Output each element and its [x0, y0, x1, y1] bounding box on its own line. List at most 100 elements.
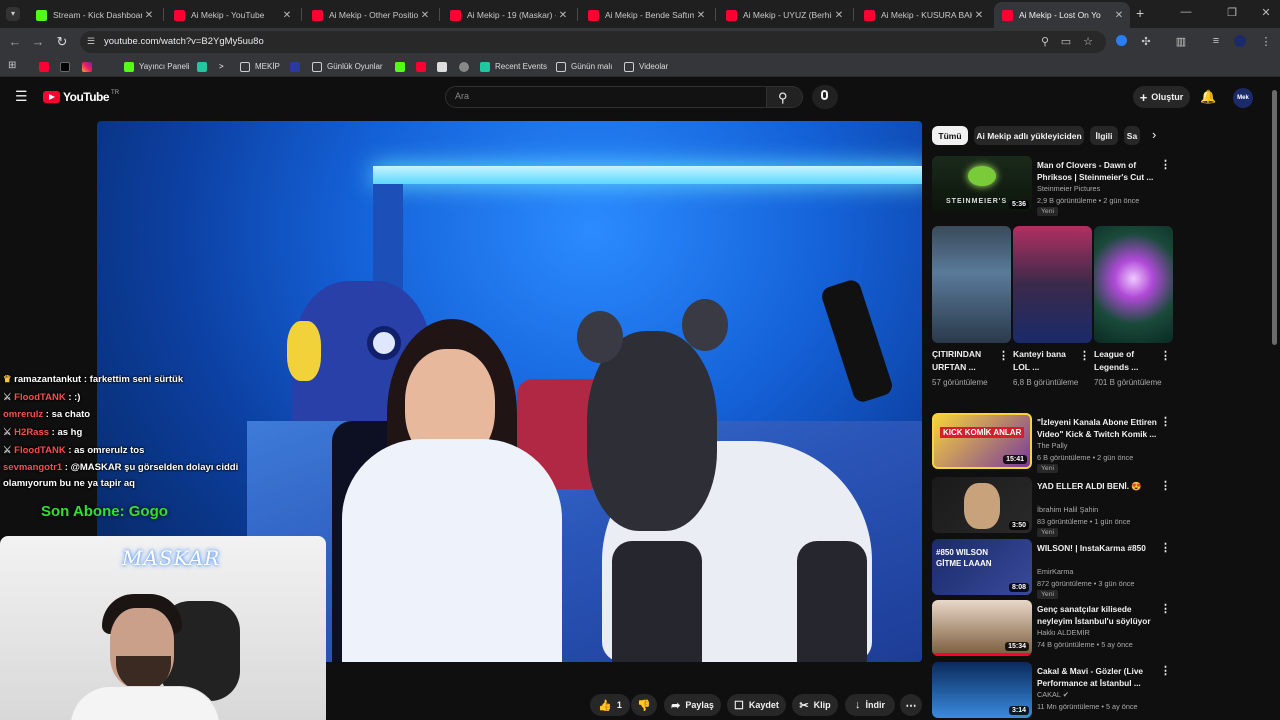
account-avatar[interactable]: Mek [1233, 88, 1253, 108]
site-info-icon[interactable]: ☰ [87, 36, 95, 47]
chip-all[interactable]: Tümü [932, 126, 968, 145]
recommendation-item[interactable]: #850 WILSON GİTME LAAAN 8:08 WILSON! | I… [932, 539, 1172, 599]
browser-tab[interactable]: Ai Mekip - Bende Saftım ✕ [580, 2, 712, 28]
bookmark-mekip[interactable]: MEKİP [240, 60, 280, 73]
close-icon[interactable]: ✕ [832, 10, 846, 21]
short-thumbnail[interactable] [1013, 226, 1092, 343]
video-title[interactable]: "İzleyeni Kanala Abone Ettiren Video" Ki… [1037, 416, 1157, 440]
video-title[interactable]: Cakal & Mavi - Gözler (Live Performance … [1037, 665, 1157, 689]
bookmark-app3[interactable] [437, 60, 452, 73]
more-options-icon[interactable]: ⋮ [1160, 602, 1171, 615]
browser-tab-active[interactable]: Ai Mekip - Lost On Yo ✕ [994, 2, 1130, 28]
hamburger-menu-icon[interactable]: ☰ [15, 89, 28, 103]
url-text[interactable]: youtube.com/watch?v=B2YgMy5uu8o [104, 36, 264, 47]
recommendation-item[interactable]: STEINMEIER'S 5:36 Man of Clovers - Dawn … [932, 156, 1172, 216]
extension-icon[interactable] [1114, 35, 1128, 49]
page-scrollbar[interactable] [1272, 90, 1277, 345]
download-button[interactable]: ↓ İndir [845, 694, 895, 716]
bookmark-yayinci-paneli[interactable]: Yayıncı Paneli [124, 60, 190, 73]
more-options-icon[interactable]: ⋮ [1160, 541, 1171, 554]
close-icon[interactable]: ✕ [972, 10, 986, 21]
video-thumbnail[interactable]: 15:34 [932, 600, 1032, 656]
more-actions-button[interactable]: ⋯ [900, 694, 922, 716]
bookmark-instagram[interactable] [82, 60, 97, 73]
browser-tab[interactable]: Ai Mekip - UYUZ (Berhim) ✕ [718, 2, 850, 28]
browser-tab[interactable]: Stream - Kick Dashboard ✕ [28, 2, 160, 28]
cast-icon[interactable]: ▭ [1059, 35, 1073, 48]
more-options-icon[interactable]: ⋮ [998, 349, 1009, 362]
recommendation-item[interactable]: 3:14 Cakal & Mavi - Gözler (Live Perform… [932, 662, 1172, 720]
voice-search-button[interactable] [812, 85, 838, 109]
short-title[interactable]: League of Legends ... [1094, 348, 1158, 374]
youtube-logo[interactable]: YouTube TR [43, 90, 119, 104]
more-options-icon[interactable]: ⋮ [1160, 349, 1171, 362]
video-thumbnail[interactable]: 3:14 [932, 662, 1032, 718]
short-item[interactable]: Kanteyi bana LOL ... 6,8 B görüntüleme ⋮ [1013, 226, 1092, 389]
create-button[interactable]: + Oluştur [1133, 86, 1190, 108]
reading-list-icon[interactable]: ≡ [1209, 35, 1223, 47]
clip-button[interactable]: ✂ Klip [792, 694, 838, 716]
bookmark-app4[interactable] [459, 60, 474, 73]
short-thumbnail[interactable] [932, 226, 1011, 343]
maximize-icon[interactable]: ❐ [1222, 6, 1242, 19]
channel-name[interactable]: CAKAL ✔ [1037, 690, 1069, 699]
browser-tab[interactable]: Ai Mekip - KUSURA BAKM ✕ [856, 2, 990, 28]
bookmark-gunun-mali[interactable]: Günün malı [556, 60, 612, 73]
like-button[interactable]: 👍 1 [590, 694, 630, 716]
video-title[interactable]: Genç sanatçılar kilisede neyleyim İstanb… [1037, 603, 1157, 627]
short-item[interactable]: ÇITIRINDAN URFTAN ... 57 görüntüleme ⋮ [932, 226, 1011, 389]
video-thumbnail[interactable]: 3:50 [932, 477, 1032, 533]
bookmark-videolar[interactable]: Videolar [624, 60, 668, 73]
browser-tab[interactable]: Ai Mekip - YouTube ✕ [166, 2, 298, 28]
close-icon[interactable]: ✕ [556, 10, 570, 21]
channel-name[interactable]: Steinmeier Pictures [1037, 184, 1100, 193]
close-icon[interactable]: ✕ [1112, 10, 1126, 21]
share-button[interactable]: ➦ Paylaş [664, 694, 721, 716]
video-title[interactable]: WILSON! | InstaKarma #850 [1037, 542, 1157, 554]
chip-related[interactable]: İlgili [1090, 126, 1118, 145]
chevron-right-icon[interactable]: › [1152, 127, 1156, 143]
more-options-icon[interactable]: ⋮ [1079, 349, 1090, 362]
close-icon[interactable]: ✕ [142, 10, 156, 21]
channel-name[interactable]: Hakkı ALDEMİR [1037, 628, 1090, 637]
close-icon[interactable]: ✕ [694, 10, 708, 21]
recommendation-item[interactable]: 3:50 YAD ELLER ALDI BENİ. 😍 İbrahim Hali… [932, 477, 1172, 537]
short-title[interactable]: Kanteyi bana LOL ... [1013, 348, 1077, 374]
bookmark-kick[interactable] [395, 60, 410, 73]
more-options-icon[interactable]: ⋮ [1160, 158, 1171, 171]
bookmark-recent-events[interactable]: Recent Events [480, 60, 547, 73]
more-options-icon[interactable]: ⋮ [1160, 664, 1171, 677]
new-tab-icon[interactable]: + [1136, 6, 1144, 20]
browser-tab[interactable]: Ai Mekip - Other Position ✕ [304, 2, 436, 28]
browser-tab[interactable]: Ai Mekip - 19 (Maskar) - Y ✕ [442, 2, 574, 28]
chip-more[interactable]: Sa [1124, 126, 1140, 145]
channel-name[interactable]: EmirKarma [1037, 567, 1074, 576]
bookmark-x[interactable] [60, 60, 75, 73]
notifications-bell-icon[interactable]: 🔔 [1200, 89, 1216, 105]
more-options-icon[interactable]: ⋮ [1160, 415, 1171, 428]
dislike-button[interactable]: 👎 [631, 694, 657, 716]
close-icon[interactable]: ✕ [280, 10, 294, 21]
menu-dots-icon[interactable]: ⋮ [1259, 35, 1273, 48]
video-thumbnail[interactable]: KICK KOMİK ANLAR 15:41 [932, 413, 1032, 469]
zoom-icon[interactable]: ⚲ [1038, 35, 1052, 48]
tab-search-button[interactable]: ▾ [6, 7, 20, 21]
video-title[interactable]: YAD ELLER ALDI BENİ. 😍 [1037, 480, 1157, 492]
bookmark-star-icon[interactable]: ☆ [1081, 35, 1095, 48]
close-icon[interactable]: ✕ [418, 10, 432, 21]
video-thumbnail[interactable]: #850 WILSON GİTME LAAAN 8:08 [932, 539, 1032, 595]
save-button[interactable]: ☐ Kaydet [727, 694, 786, 716]
short-item[interactable]: League of Legends ... 701 B görüntüleme … [1094, 226, 1173, 389]
recommendation-item[interactable]: KICK KOMİK ANLAR 15:41 "İzleyeni Kanala … [932, 413, 1172, 473]
back-icon[interactable]: ← [7, 34, 23, 50]
bookmark-youtube[interactable] [39, 60, 54, 73]
search-input[interactable] [445, 86, 767, 108]
short-title[interactable]: ÇITIRINDAN URFTAN ... [932, 348, 996, 374]
bookmark-youtube2[interactable] [416, 60, 431, 73]
profile-avatar[interactable] [1233, 35, 1247, 50]
close-window-icon[interactable]: ✕ [1256, 6, 1276, 19]
recommendation-item[interactable]: 15:34 Genç sanatçılar kilisede neyleyim … [932, 600, 1172, 658]
video-thumbnail[interactable]: STEINMEIER'S 5:36 [932, 156, 1032, 212]
minimize-icon[interactable]: — [1176, 6, 1196, 18]
channel-name[interactable]: İbrahim Halil Şahin [1037, 505, 1098, 514]
